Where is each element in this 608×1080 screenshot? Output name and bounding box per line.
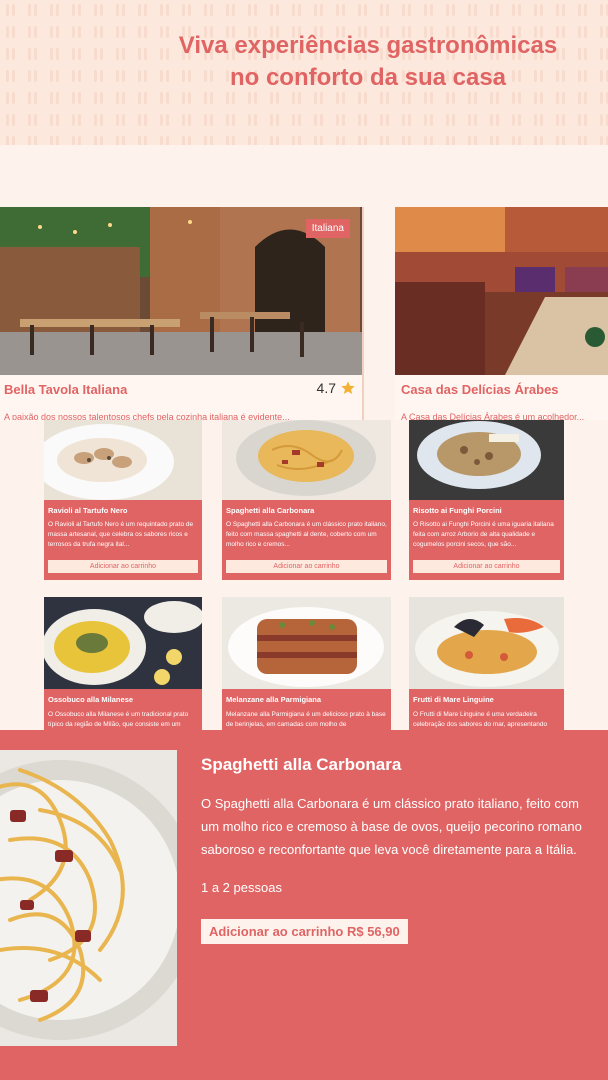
dish-description: O Frutti di Mare Linguine é uma verdadei… — [413, 711, 548, 728]
add-to-cart-button[interactable]: Adicionar ao carrinho — [226, 560, 387, 573]
detail-description-line: saboroso e reconfortante que leva você d… — [201, 842, 577, 857]
dish-card[interactable]: Spaghetti alla Carbonara O Spaghetti all… — [222, 420, 391, 580]
restaurant-card[interactable]: Italiana Bella Tavola Italiana 4.7 A pai… — [0, 207, 364, 422]
dish-name: Frutti di Mare Linguine — [413, 695, 494, 704]
dish-description: O Spaghetti alla Carbonara é um clássico… — [226, 521, 387, 548]
cuisine-tag: Italiana — [305, 219, 350, 238]
dish-detail-panel: Spaghetti alla Carbonara O Spaghetti all… — [0, 730, 608, 1080]
detail-description-line: O Spaghetti alla Carbonara é um clássico… — [201, 796, 579, 811]
detail-title: Spaghetti alla Carbonara — [201, 755, 402, 774]
dish-photo — [222, 597, 391, 689]
add-to-cart-button[interactable]: Adicionar ao carrinho — [48, 560, 198, 573]
restaurant-interior-illustration — [395, 207, 608, 375]
dish-card[interactable]: Risotto ai Funghi Porcini O Risotto ai F… — [409, 420, 564, 580]
dish-illustration — [44, 420, 202, 500]
dish-photo — [409, 597, 564, 689]
add-to-cart-price-button[interactable]: Adicionar ao carrinho R$ 56,90 — [201, 919, 408, 944]
hero-banner: Viva experiências gastronômicas no confo… — [0, 0, 608, 145]
star-icon — [341, 381, 355, 394]
restaurant-name[interactable]: Bella Tavola Italiana — [4, 382, 127, 397]
dish-illustration — [222, 420, 391, 500]
restaurant-photo — [395, 207, 608, 375]
dish-photo — [222, 420, 391, 500]
hero-title: Viva experiências gastronômicas no confo… — [148, 30, 588, 94]
dish-card[interactable]: Frutti di Mare Linguine O Frutti di Mare… — [409, 597, 564, 730]
dish-card[interactable]: Melanzane alla Parmigiana Melanzane alla… — [222, 597, 391, 730]
dish-photo — [409, 420, 564, 500]
add-to-cart-button[interactable]: Adicionar ao carrinho — [413, 560, 560, 573]
dish-illustration — [222, 597, 391, 689]
dish-description: O Ravioli al Tartufo Nero é um requintad… — [48, 521, 194, 548]
hero-title-line1: Viva experiências gastronômicas — [178, 32, 558, 59]
restaurant-card[interactable]: Casa das Delícias Árabes A Casa das Delí… — [395, 207, 608, 422]
dish-card[interactable]: Ossobuco alla Milanese O Ossobuco alla M… — [44, 597, 202, 730]
hero-title-line2: no conforto da sua casa — [229, 64, 507, 91]
dish-description: O Risotto ai Funghi Porcini é uma iguari… — [413, 521, 554, 548]
dish-name: Spaghetti alla Carbonara — [226, 506, 315, 515]
dish-description: O Ossobuco alla Milanese é um tradiciona… — [48, 711, 189, 728]
rating-value: 4.7 — [316, 380, 336, 396]
page: Viva experiências gastronômicas no confo… — [0, 0, 608, 1080]
dish-illustration — [409, 420, 564, 500]
dish-card[interactable]: Ravioli al Tartufo Nero O Ravioli al Tar… — [44, 420, 202, 580]
dish-name: Ravioli al Tartufo Nero — [48, 506, 128, 515]
dish-illustration — [409, 597, 564, 689]
dish-photo — [44, 597, 202, 689]
spaghetti-illustration — [0, 750, 177, 1046]
restaurant-carousel[interactable]: Italiana Bella Tavola Italiana 4.7 A pai… — [0, 207, 608, 422]
dish-name: Ossobuco alla Milanese — [48, 695, 134, 704]
detail-photo — [0, 750, 177, 1046]
detail-description: O Spaghetti alla Carbonara é um clássico… — [201, 792, 608, 861]
restaurant-photo: Italiana — [0, 207, 362, 375]
dish-name: Risotto ai Funghi Porcini — [413, 506, 502, 515]
serving-size: 1 a 2 pessoas — [201, 880, 282, 895]
dish-photo — [44, 420, 202, 500]
restaurant-name[interactable]: Casa das Delícias Árabes — [401, 382, 559, 397]
menu-grid: Ravioli al Tartufo Nero O Ravioli al Tar… — [0, 420, 608, 730]
dish-illustration — [44, 597, 202, 689]
detail-description-line: um molho rico e cremoso à base de ovos, … — [201, 819, 582, 834]
dish-description: Melanzane alla Parmigiana é um delicioso… — [226, 711, 386, 728]
dish-name: Melanzane alla Parmigiana — [226, 695, 322, 704]
restaurant-rating: 4.7 — [317, 380, 356, 396]
